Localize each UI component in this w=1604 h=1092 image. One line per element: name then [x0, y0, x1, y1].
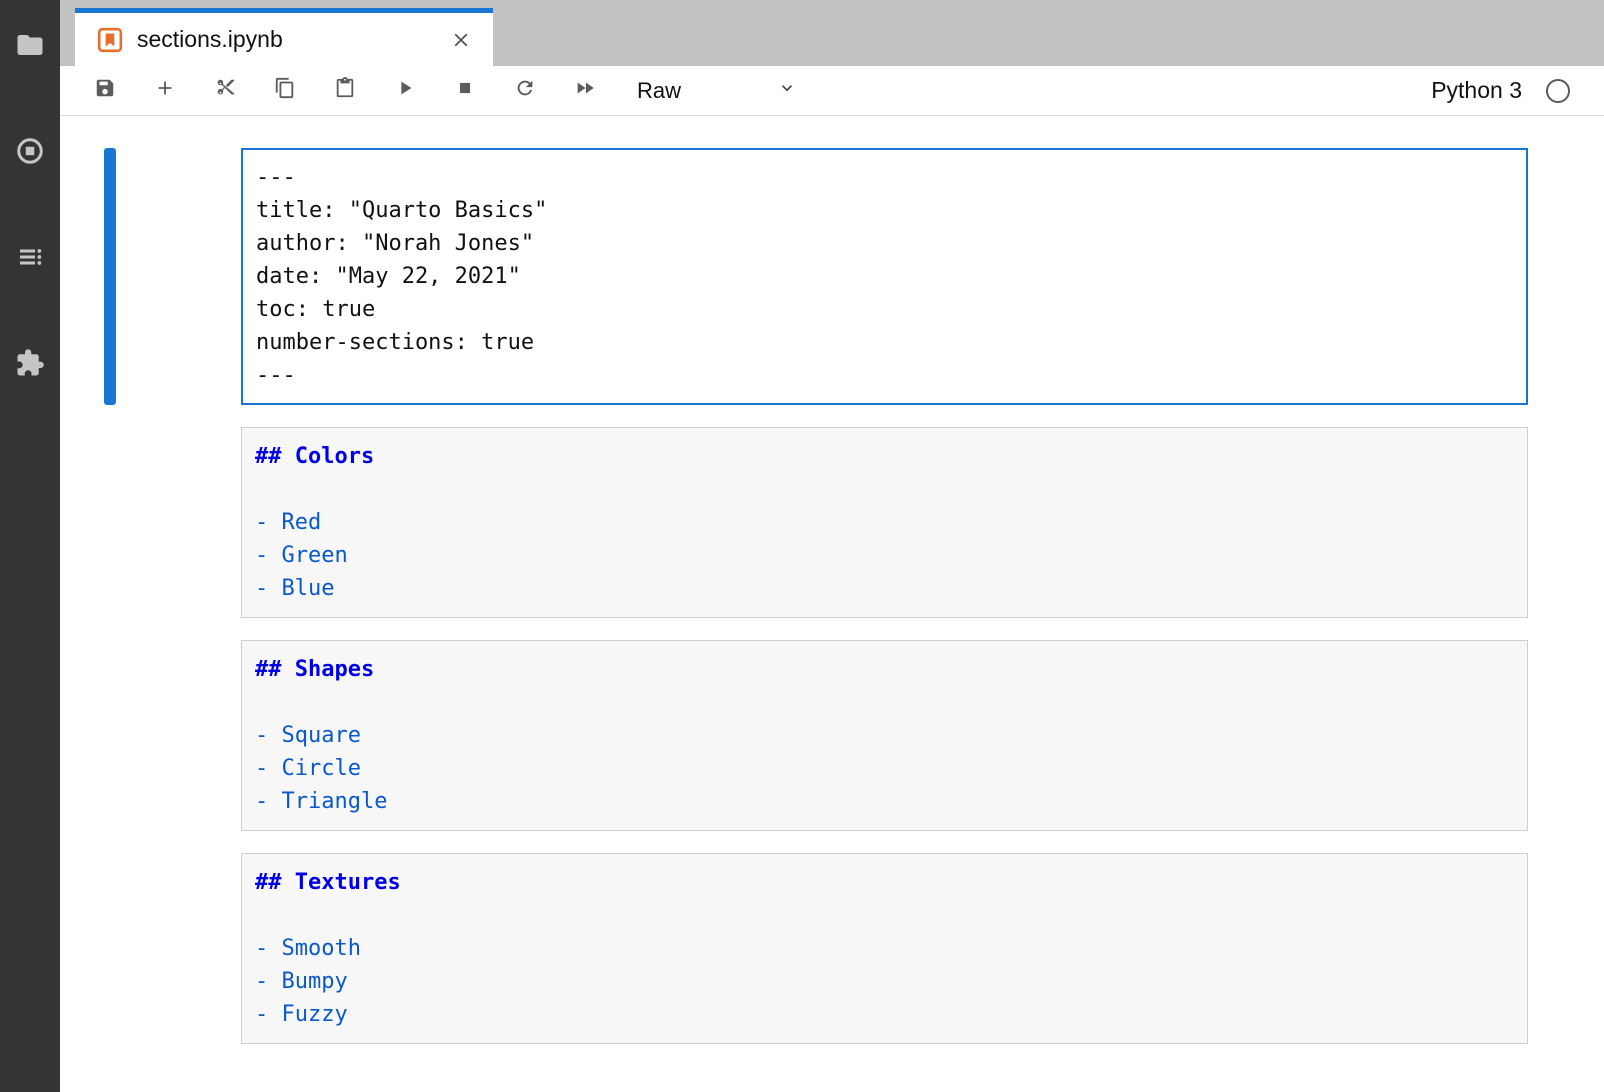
- md-heading: ## Textures: [255, 866, 1514, 899]
- md-heading: ## Colors: [255, 440, 1514, 473]
- cell-collapser[interactable]: [104, 427, 116, 618]
- code-line: title: "Quarto Basics": [256, 194, 1513, 227]
- tab-title: sections.ipynb: [137, 26, 447, 53]
- chevron-down-icon: [777, 78, 797, 103]
- prompt-spacer: [116, 427, 241, 618]
- tab-sections-ipynb[interactable]: sections.ipynb: [75, 8, 493, 66]
- md-list-item: - Green: [255, 539, 1514, 572]
- prompt-spacer: [116, 640, 241, 831]
- main-panel: sections.ipynb: [60, 0, 1604, 1092]
- tab-bar: sections.ipynb: [60, 0, 1604, 66]
- restart-kernel-button[interactable]: [513, 79, 537, 103]
- play-icon: [394, 77, 416, 104]
- code-line: toc: true: [256, 293, 1513, 326]
- interrupt-kernel-button[interactable]: [453, 79, 477, 103]
- fast-forward-icon: [574, 77, 596, 104]
- md-list-item: - Circle: [255, 752, 1514, 785]
- cell-row: --- title: "Quarto Basics" author: "Nora…: [60, 148, 1604, 405]
- markdown-cell-editor[interactable]: ## Colors - Red - Green - Blue: [241, 427, 1528, 618]
- cut-cells-button[interactable]: [213, 79, 237, 103]
- sidebar-item-toc[interactable]: [13, 242, 47, 276]
- copy-icon: [274, 77, 296, 104]
- folder-icon: [15, 30, 45, 65]
- md-list-item: - Bumpy: [255, 965, 1514, 998]
- code-line: ---: [256, 359, 1513, 392]
- stop-icon: [454, 77, 476, 104]
- markdown-cell-editor[interactable]: ## Shapes - Square - Circle - Triangle: [241, 640, 1528, 831]
- raw-cell-editor[interactable]: --- title: "Quarto Basics" author: "Nora…: [241, 148, 1528, 405]
- plus-icon: [154, 77, 176, 104]
- prompt-spacer: [116, 853, 241, 1044]
- clipboard-icon: [334, 77, 356, 104]
- cell-collapser[interactable]: [104, 640, 116, 831]
- md-list-item: - Square: [255, 719, 1514, 752]
- run-cell-button[interactable]: [393, 79, 417, 103]
- md-list-item: - Smooth: [255, 932, 1514, 965]
- list-icon: [15, 242, 45, 277]
- scissors-icon: [214, 77, 236, 104]
- run-all-button[interactable]: [573, 79, 597, 103]
- code-line: author: "Norah Jones": [256, 227, 1513, 260]
- markdown-cell-editor[interactable]: ## Textures - Smooth - Bumpy - Fuzzy: [241, 853, 1528, 1044]
- stop-circle-icon: [15, 136, 45, 171]
- md-heading: ## Shapes: [255, 653, 1514, 686]
- md-list-item: - Fuzzy: [255, 998, 1514, 1031]
- paste-cells-button[interactable]: [333, 79, 357, 103]
- code-line: number-sections: true: [256, 326, 1513, 359]
- puzzle-icon: [15, 348, 45, 383]
- md-list-item: - Triangle: [255, 785, 1514, 818]
- code-line: date: "May 22, 2021": [256, 260, 1513, 293]
- sidebar-item-files[interactable]: [13, 30, 47, 64]
- activity-sidebar: [0, 0, 60, 1092]
- refresh-icon: [514, 77, 536, 104]
- save-button[interactable]: [93, 79, 117, 103]
- code-line: ---: [256, 161, 1513, 194]
- close-icon[interactable]: [447, 26, 475, 54]
- cell-type-value: Raw: [637, 78, 681, 104]
- cell-row: ## Shapes - Square - Circle - Triangle: [60, 640, 1604, 831]
- cell-row: ## Textures - Smooth - Bumpy - Fuzzy: [60, 853, 1604, 1044]
- toolbar-right: Python 3: [1431, 77, 1584, 104]
- prompt-spacer: [116, 148, 241, 405]
- insert-cell-button[interactable]: [153, 79, 177, 103]
- md-list-item: - Blue: [255, 572, 1514, 605]
- notebook-toolbar: Raw Python 3: [60, 66, 1604, 116]
- kernel-status-icon[interactable]: [1546, 79, 1570, 103]
- sidebar-item-running[interactable]: [13, 136, 47, 170]
- cell-collapser[interactable]: [104, 853, 116, 1044]
- cell-type-dropdown[interactable]: Raw: [637, 78, 797, 104]
- notebook-content: --- title: "Quarto Basics" author: "Nora…: [60, 116, 1604, 1092]
- kernel-name[interactable]: Python 3: [1431, 77, 1522, 104]
- sidebar-item-extensions[interactable]: [13, 348, 47, 382]
- cell-row: ## Colors - Red - Green - Blue: [60, 427, 1604, 618]
- copy-cells-button[interactable]: [273, 79, 297, 103]
- md-list-item: - Red: [255, 506, 1514, 539]
- cell-collapser[interactable]: [104, 148, 116, 405]
- notebook-file-icon: [97, 27, 123, 53]
- save-icon: [94, 77, 116, 104]
